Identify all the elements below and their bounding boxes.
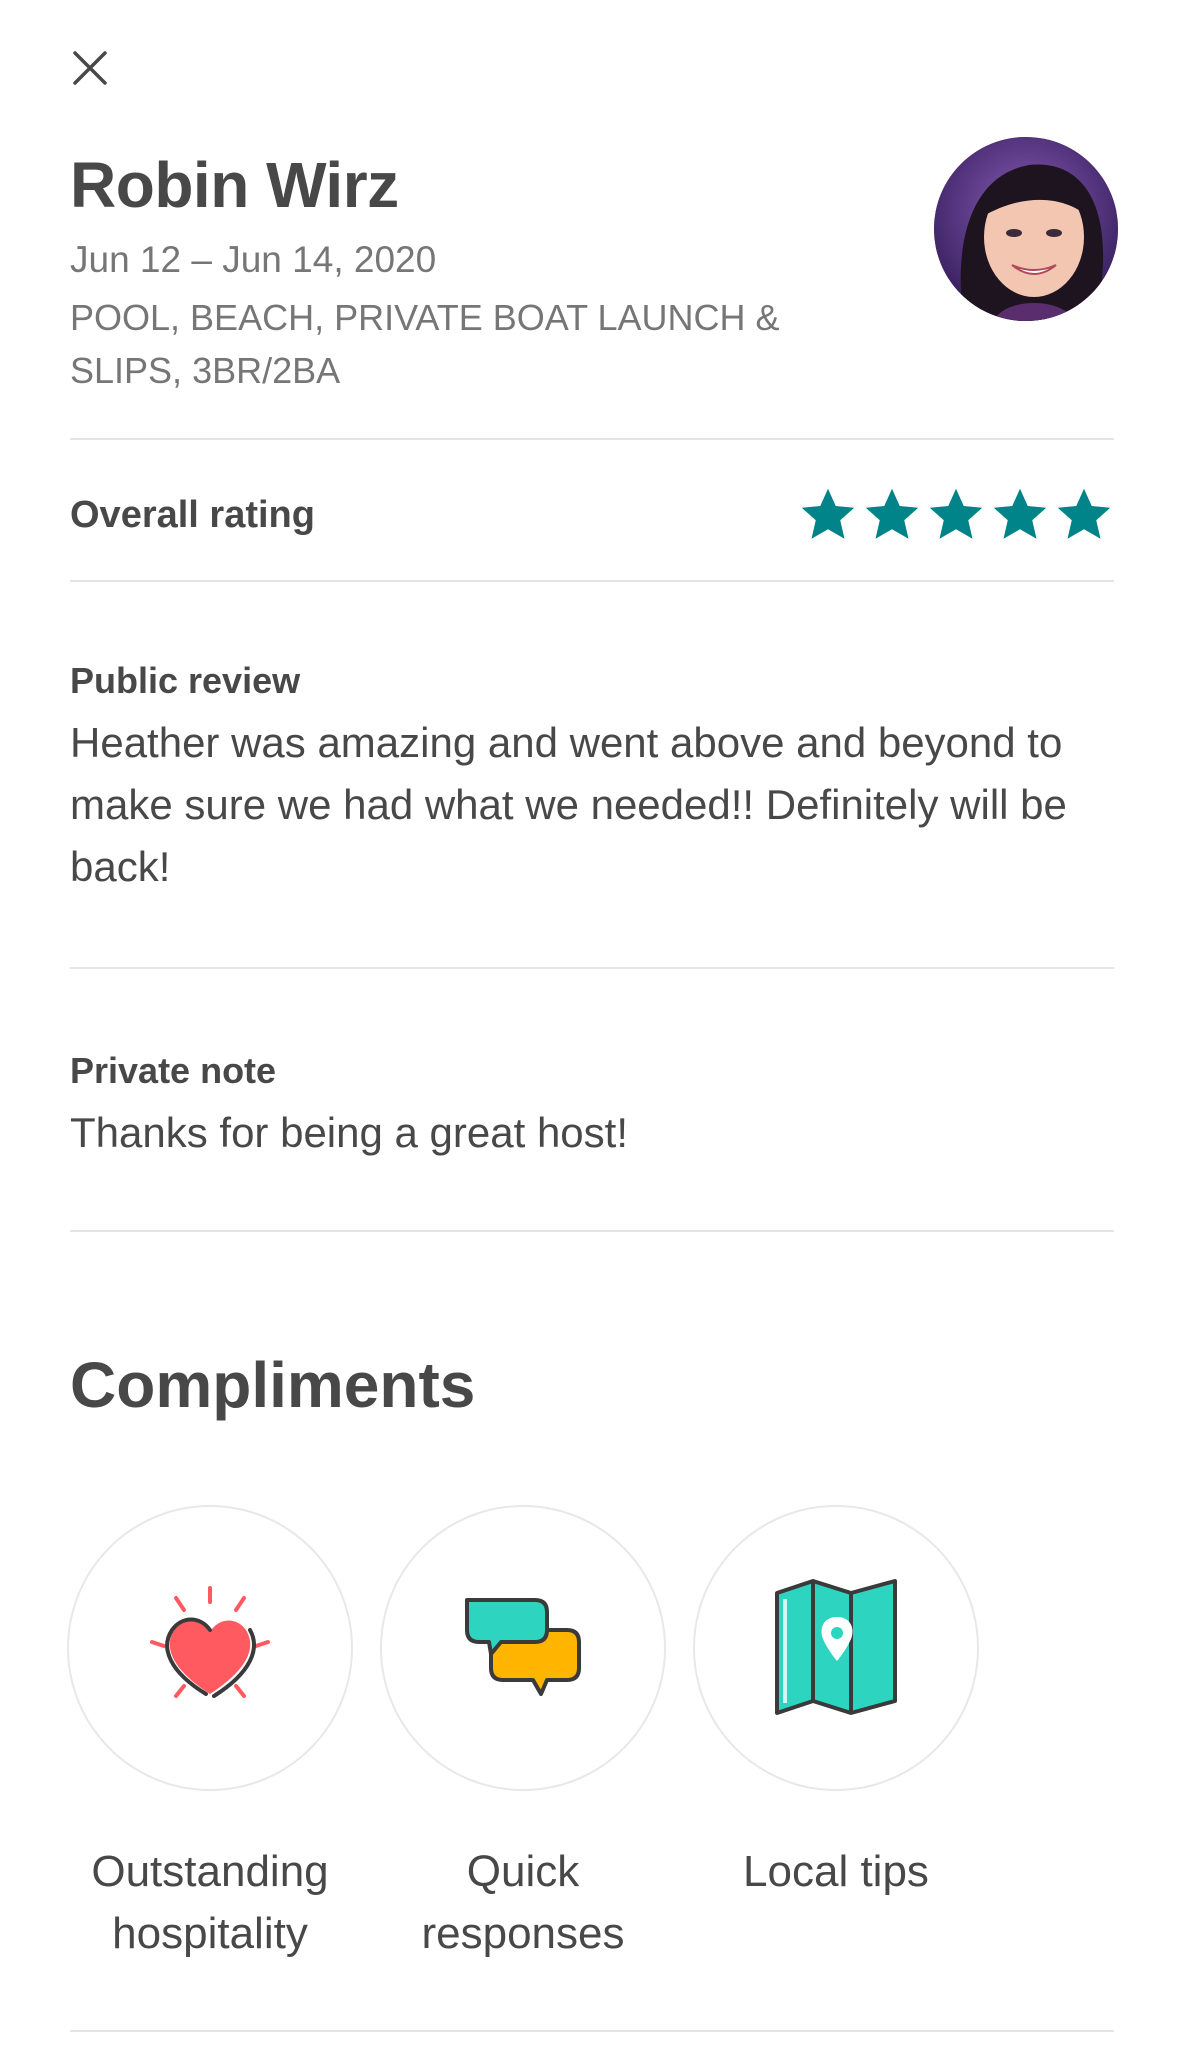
overall-rating-label: Overall rating [70, 493, 315, 536]
compliment-quick-responses[interactable]: Quick responses [380, 1505, 666, 1965]
private-note-section: Private note Thanks for being a great ho… [70, 1050, 1100, 1164]
compliment-label: Local tips [743, 1847, 929, 1896]
guest-avatar[interactable] [934, 137, 1118, 321]
compliment-badge [67, 1505, 353, 1791]
compliment-badge [380, 1505, 666, 1791]
compliment-badge [693, 1505, 979, 1791]
public-review-text: Heather was amazing and went above and b… [70, 719, 1067, 890]
star-icon [1057, 488, 1111, 539]
chat-bubbles-icon [465, 1598, 581, 1696]
divider [70, 438, 1114, 440]
star-rating [798, 485, 1114, 545]
compliment-label: Outstanding hospitality [91, 1847, 329, 1958]
map-icon [775, 1579, 897, 1715]
compliment-local-tips[interactable]: Local tips [693, 1505, 979, 1903]
overall-rating-row: Overall rating [70, 475, 1114, 555]
close-button[interactable] [62, 40, 118, 96]
star-icon [929, 488, 983, 539]
review-header: Robin Wirz Jun 12 – Jun 14, 2020 POOL, B… [70, 150, 870, 397]
private-note-label: Private note [70, 1050, 277, 1091]
compliment-outstanding-hospitality[interactable]: Outstanding hospitality [67, 1505, 353, 1965]
star-icon [801, 488, 855, 539]
divider [70, 967, 1114, 969]
listing-title: POOL, BEACH, PRIVATE BOAT LAUNCH & SLIPS… [70, 296, 780, 391]
public-review-section: Public review Heather was amazing and we… [70, 660, 1100, 898]
compliments-title: Compliments [70, 1349, 476, 1421]
private-note-text: Thanks for being a great host! [70, 1109, 628, 1156]
divider [70, 1230, 1114, 1232]
divider [70, 580, 1114, 582]
avatar-image [934, 137, 1118, 321]
guest-name: Robin Wirz [70, 149, 399, 221]
close-icon [73, 51, 107, 85]
star-icon [865, 488, 919, 539]
stay-dates: Jun 12 – Jun 14, 2020 [70, 239, 437, 281]
compliment-label: Quick responses [421, 1847, 625, 1958]
star-icon [993, 488, 1047, 539]
public-review-label: Public review [70, 660, 301, 701]
review-detail-page: Robin Wirz Jun 12 – Jun 14, 2020 POOL, B… [0, 0, 1184, 2048]
divider [70, 2030, 1114, 2032]
heart-icon [150, 1586, 270, 1698]
